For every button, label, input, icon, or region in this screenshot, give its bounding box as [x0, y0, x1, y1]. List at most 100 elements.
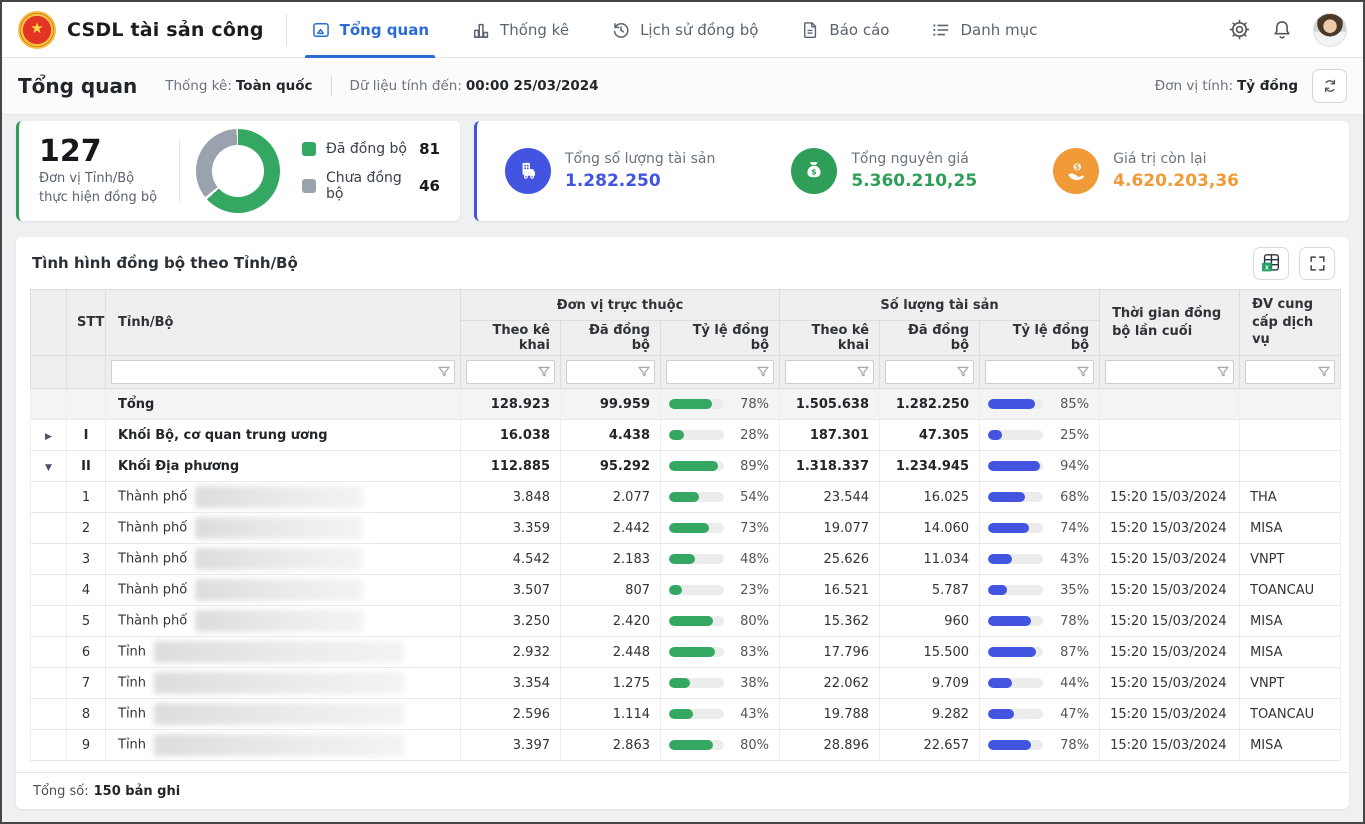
table-row[interactable]: 8Tỉnh2.5961.11443%19.7889.28247%15:20 15… — [31, 699, 1341, 730]
notifications-button[interactable] — [1271, 19, 1293, 41]
filter-icon[interactable] — [1316, 364, 1332, 380]
settings-button[interactable] — [1228, 18, 1251, 41]
units-synced: 99.959 — [561, 389, 661, 420]
table-row[interactable]: ▶IKhối Bộ, cơ quan trung ương16.0384.438… — [31, 420, 1341, 451]
assets-synced: 1.282.250 — [880, 389, 980, 420]
table-row[interactable]: 6Tỉnh2.9322.44883%17.79615.50087%15:20 1… — [31, 637, 1341, 668]
table-row[interactable]: 1Thành phố3.8482.07754%23.54416.02568%15… — [31, 482, 1341, 513]
table-row[interactable]: 7Tỉnh3.3541.27538%22.0629.70944%15:20 15… — [31, 668, 1341, 699]
units-synced: 2.077 — [561, 482, 661, 513]
province-name: Tỉnh — [106, 699, 461, 730]
assets-synced: 1.234.945 — [880, 451, 980, 482]
sync-status-table: STT Tỉnh/Bộ Đơn vị trực thuộc Số lượng t… — [30, 289, 1341, 761]
svg-text:$: $ — [812, 166, 818, 176]
last-sync-time: 15:20 15/03/2024 — [1100, 575, 1240, 606]
row-expander[interactable]: ▶ — [45, 432, 52, 442]
units-synced: 2.448 — [561, 637, 661, 668]
row-stt: I — [67, 420, 106, 451]
province-name: Thành phố — [106, 544, 461, 575]
units-declared: 3.848 — [461, 482, 561, 513]
table-row[interactable]: 2Thành phố3.3592.44273%19.07714.06074%15… — [31, 513, 1341, 544]
table-row[interactable]: 3Thành phố4.5422.18348%25.62611.03443%15… — [31, 544, 1341, 575]
summary-cards: 127 Đơn vị Tỉnh/Bộthực hiện đồng bộ Đã đ… — [16, 121, 1349, 221]
column-header-assets-rate: Tỷ lệ đồng bộ — [980, 321, 1100, 356]
units-declared: 128.923 — [461, 389, 561, 420]
progress-percent: 94% — [1060, 459, 1089, 474]
tab-label: Danh mục — [960, 21, 1037, 39]
progress-percent: 80% — [740, 738, 769, 753]
assets-rate: 78% — [980, 730, 1100, 761]
metric-value: 5.360.210,25 — [851, 171, 977, 191]
filter-icon[interactable] — [436, 364, 452, 380]
filter-icon[interactable] — [1075, 364, 1091, 380]
assets-synced: 9.282 — [880, 699, 980, 730]
service-provider: THA — [1240, 482, 1341, 513]
redacted-name — [195, 579, 363, 601]
page-title: Tổng quan — [18, 74, 137, 98]
units-synced: 1.275 — [561, 668, 661, 699]
assets-declared: 187.301 — [780, 420, 880, 451]
fullscreen-button[interactable] — [1299, 247, 1335, 280]
progress-percent: 78% — [1060, 738, 1089, 753]
sync-donut-chart — [196, 129, 280, 213]
assets-synced: 11.034 — [880, 544, 980, 575]
sync-status-table-card: Tình hình đồng bộ theo Tỉnh/Bộ x — [16, 237, 1349, 809]
filter-input-province[interactable] — [111, 360, 455, 384]
tab-danh-muc[interactable]: Danh mục — [931, 2, 1037, 58]
service-provider: MISA — [1240, 730, 1341, 761]
progress-percent: 83% — [740, 645, 769, 660]
progress-percent: 87% — [1060, 645, 1089, 660]
metric-original-price: $ Tổng nguyên giá 5.360.210,25 — [791, 148, 977, 194]
row-expander[interactable]: ▼ — [45, 463, 52, 473]
table-row[interactable]: 9Tỉnh3.3972.86380%28.89622.65778%15:20 1… — [31, 730, 1341, 761]
tab-bao-cao[interactable]: Báo cáo — [800, 2, 889, 58]
assets-declared: 17.796 — [780, 637, 880, 668]
tab-label: Báo cáo — [829, 21, 889, 39]
progress-track — [988, 492, 1043, 502]
filter-icon[interactable] — [536, 364, 552, 380]
table-row[interactable]: ▼IIKhối Địa phương112.88595.29289%1.318.… — [31, 451, 1341, 482]
last-sync-time: 15:20 15/03/2024 — [1100, 544, 1240, 575]
page-header: Tổng quan Thống kê:Toàn quốc Dữ liệu tín… — [2, 58, 1363, 115]
table-row[interactable]: Tổng128.92399.95978%1.505.6381.282.25085… — [31, 389, 1341, 420]
progress-track — [669, 461, 724, 471]
user-avatar[interactable] — [1313, 13, 1347, 47]
service-provider: MISA — [1240, 513, 1341, 544]
redacted-name — [154, 672, 404, 694]
legend-item-synced: Đã đồng bộ 81 — [302, 140, 446, 158]
refresh-button[interactable] — [1312, 69, 1347, 103]
column-header-provider: ĐV cung cấp dịch vụ — [1240, 290, 1341, 356]
units-rate: 78% — [661, 389, 780, 420]
filter-icon[interactable] — [755, 364, 771, 380]
table-row[interactable]: 5Thành phố3.2502.42080%15.36296078%15:20… — [31, 606, 1341, 637]
unit-count: 127 — [39, 135, 179, 168]
filter-icon[interactable] — [955, 364, 971, 380]
province-name: Tổng — [106, 389, 461, 420]
progress-track — [988, 554, 1043, 564]
app-window: ★ CSDL tài sản công Tổng quan Thống kê L… — [0, 0, 1365, 824]
units-rate: 54% — [661, 482, 780, 513]
progress-track — [669, 709, 724, 719]
province-name: Khối Địa phương — [106, 451, 461, 482]
progress-track — [988, 399, 1043, 409]
assets-synced: 14.060 — [880, 513, 980, 544]
filter-icon[interactable] — [636, 364, 652, 380]
filter-icon[interactable] — [855, 364, 871, 380]
tab-tong-quan[interactable]: Tổng quan — [311, 2, 429, 58]
fullscreen-icon — [1308, 254, 1327, 273]
row-stt: 1 — [67, 482, 106, 513]
province-name: Khối Bộ, cơ quan trung ương — [106, 420, 461, 451]
assets-declared: 15.362 — [780, 606, 880, 637]
tab-thong-ke[interactable]: Thống kê — [471, 2, 569, 58]
progress-percent: 44% — [1060, 676, 1089, 691]
export-excel-button[interactable]: x — [1253, 247, 1289, 280]
service-provider: MISA — [1240, 637, 1341, 668]
row-stt: 7 — [67, 668, 106, 699]
filter-icon[interactable] — [1215, 364, 1231, 380]
row-stt: 2 — [67, 513, 106, 544]
units-rate: 43% — [661, 699, 780, 730]
table-row[interactable]: 4Thành phố3.50780723%16.5215.78735%15:20… — [31, 575, 1341, 606]
last-sync-time: 15:20 15/03/2024 — [1100, 699, 1240, 730]
tab-lich-su-dong-bo[interactable]: Lịch sử đồng bộ — [611, 2, 758, 58]
service-provider: VNPT — [1240, 668, 1341, 699]
